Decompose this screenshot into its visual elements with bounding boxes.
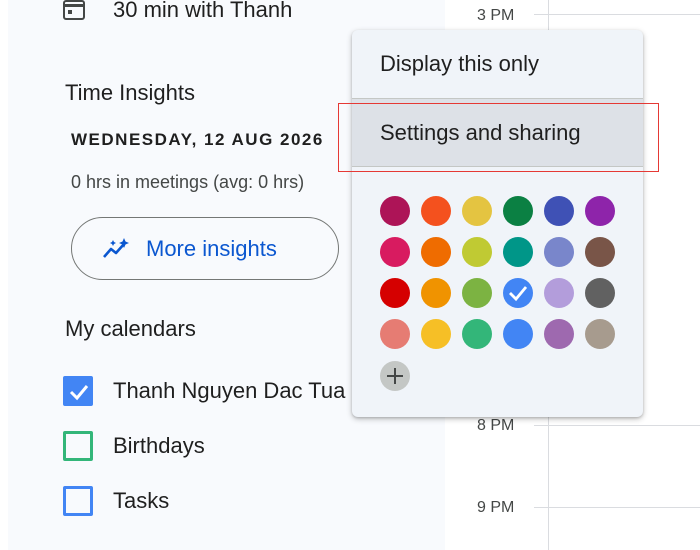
calendar-screen: 3 PM 8 PM 9 PM 30 min with Thanh Time In… <box>0 0 700 550</box>
hour-line <box>548 507 700 508</box>
time-insights-heading: Time Insights <box>65 80 196 105</box>
add-custom-color-button[interactable] <box>380 361 410 391</box>
color-swatch[interactable] <box>544 278 574 308</box>
more-insights-button[interactable]: More insights <box>71 217 339 280</box>
calendar-event-icon <box>63 0 85 20</box>
calendar-checkbox[interactable] <box>63 431 93 461</box>
time-label-8pm: 8 PM <box>477 417 515 434</box>
color-swatch[interactable] <box>380 319 410 349</box>
checkmark-icon <box>69 385 89 401</box>
calendar-checkbox[interactable] <box>63 486 93 516</box>
calendar-label: Tasks <box>113 488 170 513</box>
hour-line <box>548 425 700 426</box>
my-calendars-heading: My calendars <box>65 316 196 341</box>
calendar-label: Birthdays <box>113 433 205 458</box>
more-insights-label: More insights <box>146 236 277 261</box>
color-swatch[interactable] <box>462 278 492 308</box>
hour-tick <box>534 425 548 426</box>
color-swatch[interactable] <box>462 319 492 349</box>
color-swatch[interactable] <box>462 237 492 267</box>
color-swatch[interactable] <box>421 278 451 308</box>
upcoming-event[interactable] <box>63 0 85 26</box>
color-swatch[interactable] <box>380 278 410 308</box>
menu-divider <box>352 166 643 167</box>
hour-line <box>548 14 700 15</box>
color-swatch[interactable] <box>503 196 533 226</box>
menu-item-display-only[interactable]: Display this only <box>352 30 643 97</box>
calendar-label: Thanh Nguyen Dac Tua <box>113 378 346 403</box>
color-swatch[interactable] <box>503 237 533 267</box>
color-swatch[interactable] <box>380 196 410 226</box>
calendar-checkbox-checked[interactable] <box>63 376 93 406</box>
meetings-summary: 0 hrs in meetings (avg: 0 hrs) <box>71 172 305 192</box>
color-swatch[interactable] <box>462 196 492 226</box>
hour-tick <box>534 507 548 508</box>
color-swatch[interactable] <box>585 196 615 226</box>
hour-tick <box>534 14 548 15</box>
color-swatch[interactable] <box>544 196 574 226</box>
color-swatch[interactable] <box>503 319 533 349</box>
color-swatch[interactable] <box>380 237 410 267</box>
color-swatch[interactable] <box>585 319 615 349</box>
color-swatch[interactable] <box>585 237 615 267</box>
color-swatch[interactable] <box>544 319 574 349</box>
time-label-3pm: 3 PM <box>477 7 515 24</box>
checkmark-icon <box>509 286 528 302</box>
insights-sparkle-icon <box>103 238 129 258</box>
color-swatch[interactable] <box>421 319 451 349</box>
menu-item-settings-sharing[interactable]: Settings and sharing <box>352 99 643 166</box>
event-title[interactable]: 30 min with Thanh <box>113 0 292 23</box>
color-swatch[interactable] <box>585 278 615 308</box>
color-swatch-selected[interactable] <box>503 278 533 308</box>
color-swatch[interactable] <box>421 196 451 226</box>
color-swatch[interactable] <box>544 237 574 267</box>
time-insights-date: WEDNESDAY, 12 AUG 2026 <box>71 130 324 149</box>
color-swatch[interactable] <box>421 237 451 267</box>
time-label-9pm: 9 PM <box>477 499 515 516</box>
